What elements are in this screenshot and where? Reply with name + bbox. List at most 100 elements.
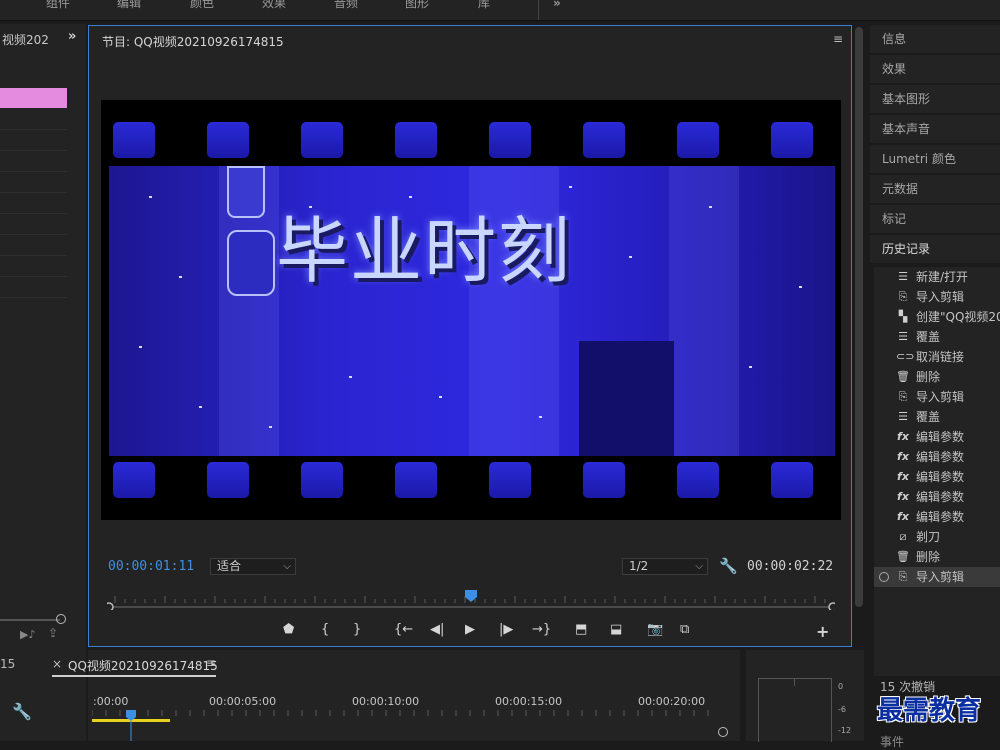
panel-tab-info[interactable]: 信息 (870, 25, 1000, 54)
history-item[interactable]: ☰ 覆盖 (874, 407, 1000, 427)
wrench-icon[interactable]: 🔧 (12, 702, 32, 721)
microphone-head-graphic (227, 230, 275, 296)
left-scrubber-handle[interactable] (56, 614, 66, 624)
history-item[interactable]: 🗑 删除 (874, 547, 1000, 567)
panel-tab-essential-graphics[interactable]: 基本图形 (870, 85, 1000, 114)
light-beam (669, 166, 739, 456)
panel-tab-effects[interactable]: 效果 (870, 55, 1000, 84)
panel-tab-metadata[interactable]: 元数据 (870, 175, 1000, 204)
panel-tab-markers[interactable]: 标记 (870, 205, 1000, 234)
film-hole (301, 462, 343, 498)
track-divider (0, 171, 67, 172)
history-item-label: 覆盖 (916, 410, 941, 424)
go-to-in-icon[interactable]: {← (394, 622, 413, 637)
playback-ruler[interactable] (107, 590, 835, 610)
video-frame[interactable]: 毕业时刻 (101, 100, 841, 520)
step-forward-icon[interactable]: |▶ (499, 622, 513, 637)
import-icon: ⎘ (898, 570, 908, 583)
timeline-panel: × QQ视频20210926174815 ≡ :00:00 00:00:05:0… (52, 650, 740, 741)
in-point-handle[interactable] (107, 602, 114, 610)
play-icon[interactable]: ▶ (465, 622, 475, 637)
workspace-tab-assembly[interactable]: 组件 (46, 0, 70, 11)
panel-tab-lumetri-color[interactable]: Lumetri 颜色 (870, 145, 1000, 174)
camera-icon[interactable]: 📷 (647, 622, 663, 637)
history-item[interactable]: ▚ 创建"QQ视频20 (874, 307, 1000, 327)
workspace-bar: 组件 编辑 颜色 效果 音频 图形 库 » (0, 0, 1000, 21)
audio-meter: 0 -6 -12 (746, 650, 864, 742)
meter-label-6: -6 (838, 705, 846, 714)
history-item[interactable]: fx 编辑参数 (874, 447, 1000, 467)
workspace-tab-graphics[interactable]: 图形 (405, 0, 429, 11)
list-icon: ☰ (898, 270, 908, 283)
step-back-icon[interactable]: ◀| (430, 622, 444, 637)
mark-in-icon[interactable]: { (321, 622, 329, 637)
link-icon: ⊂⊃ (896, 350, 915, 363)
resolution-select-value: 1/2 (629, 559, 649, 573)
film-hole (395, 462, 437, 498)
history-item[interactable]: 🗑 删除 (874, 367, 1000, 387)
fx-icon: fx (897, 470, 909, 483)
zoom-select[interactable]: 适合 ⌵ (210, 558, 296, 575)
clip-bar[interactable] (0, 88, 67, 108)
panel-menu-icon[interactable]: ≡ (833, 32, 843, 46)
panel-tab-history[interactable]: 历史记录 (870, 235, 1000, 264)
active-tab-underline (52, 675, 216, 677)
history-item[interactable]: ⎘ 导入剪辑 (874, 567, 1000, 587)
add-marker-icon[interactable]: ⬟ (283, 622, 294, 637)
import-icon: ⎘ (898, 290, 908, 303)
mark-out-icon[interactable]: } (353, 622, 361, 637)
workspace-tab-editing[interactable]: 编辑 (117, 0, 141, 11)
extract-icon[interactable]: ⬓ (610, 622, 622, 637)
history-item-label: 删除 (916, 370, 941, 384)
zoom-select-value: 适合 (217, 559, 242, 573)
history-item-label: 取消链接 (916, 350, 965, 364)
out-point-handle[interactable] (828, 602, 835, 610)
chevron-down-icon: ⌵ (283, 561, 291, 572)
wrench-icon[interactable]: 🔧 (719, 557, 738, 575)
workspace-tab-effects[interactable]: 效果 (262, 0, 286, 11)
timeline-zoom-handle[interactable] (718, 727, 728, 737)
film-hole (395, 122, 437, 158)
microphone-graphic (227, 166, 265, 218)
history-item[interactable]: ⎘ 导入剪辑 (874, 287, 1000, 307)
history-item[interactable]: ☰ 覆盖 (874, 327, 1000, 347)
history-item[interactable]: fx 编辑参数 (874, 427, 1000, 447)
panel-overflow-icon[interactable]: » (68, 29, 76, 44)
workspace-overflow-icon[interactable]: » (553, 0, 561, 10)
tab-menu-icon[interactable]: ≡ (206, 656, 216, 670)
workspace-tab-audio[interactable]: 音频 (334, 0, 358, 11)
history-item[interactable]: fx 编辑参数 (874, 487, 1000, 507)
history-item-label: 导入剪辑 (916, 390, 965, 404)
resolution-select[interactable]: 1/2 ⌵ (622, 558, 708, 575)
meter-label-12: -12 (838, 726, 852, 735)
right-panel: 信息 效果 基本图形 基本声音 Lumetri 颜色 元数据 标记 历史记录 ☰… (870, 25, 1000, 749)
add-button-icon[interactable]: + (816, 622, 829, 641)
video-title-text: 毕业时刻 (276, 209, 573, 293)
history-item[interactable]: fx 编辑参数 (874, 467, 1000, 487)
timeline-timecode: 00:00:15:00 (495, 695, 563, 708)
timeline-ruler[interactable] (92, 708, 722, 741)
close-tab-icon[interactable]: × (52, 657, 62, 671)
go-to-out-icon[interactable]: →} (532, 622, 551, 637)
lift-icon[interactable]: ⬒ (575, 622, 587, 637)
left-panel-title[interactable]: 视频202 (2, 31, 49, 48)
export-frame-icon[interactable]: ⇪ (48, 626, 58, 640)
history-item[interactable]: ⊂⊃ 取消链接 (874, 347, 1000, 367)
timeline-timecode: 00:00:05:00 (209, 695, 277, 708)
insert-icon[interactable]: ▶♪ (20, 628, 35, 641)
left-scrubber-track[interactable] (0, 619, 60, 621)
history-item[interactable]: ☰ 新建/打开 (874, 267, 1000, 287)
history-item[interactable]: fx 编辑参数 (874, 507, 1000, 527)
history-item[interactable]: ⧄ 剃刀 (874, 527, 1000, 547)
vertical-scrollbar[interactable] (855, 27, 863, 607)
workspace-tab-color[interactable]: 颜色 (190, 0, 214, 11)
workspace-tab-libraries[interactable]: 库 (478, 0, 490, 11)
panel-tab-essential-sound[interactable]: 基本声音 (870, 115, 1000, 144)
events-tab[interactable]: 事件 (880, 733, 904, 750)
current-timecode[interactable]: 00:00:01:11 (108, 559, 194, 574)
meter-label-0: 0 (838, 682, 844, 691)
compare-view-icon[interactable]: ⧉ (680, 622, 689, 637)
timeline-tab-title[interactable]: QQ视频20210926174815 (68, 657, 218, 674)
history-item[interactable]: ⎘ 导入剪辑 (874, 387, 1000, 407)
audio-meter-box (758, 678, 832, 742)
